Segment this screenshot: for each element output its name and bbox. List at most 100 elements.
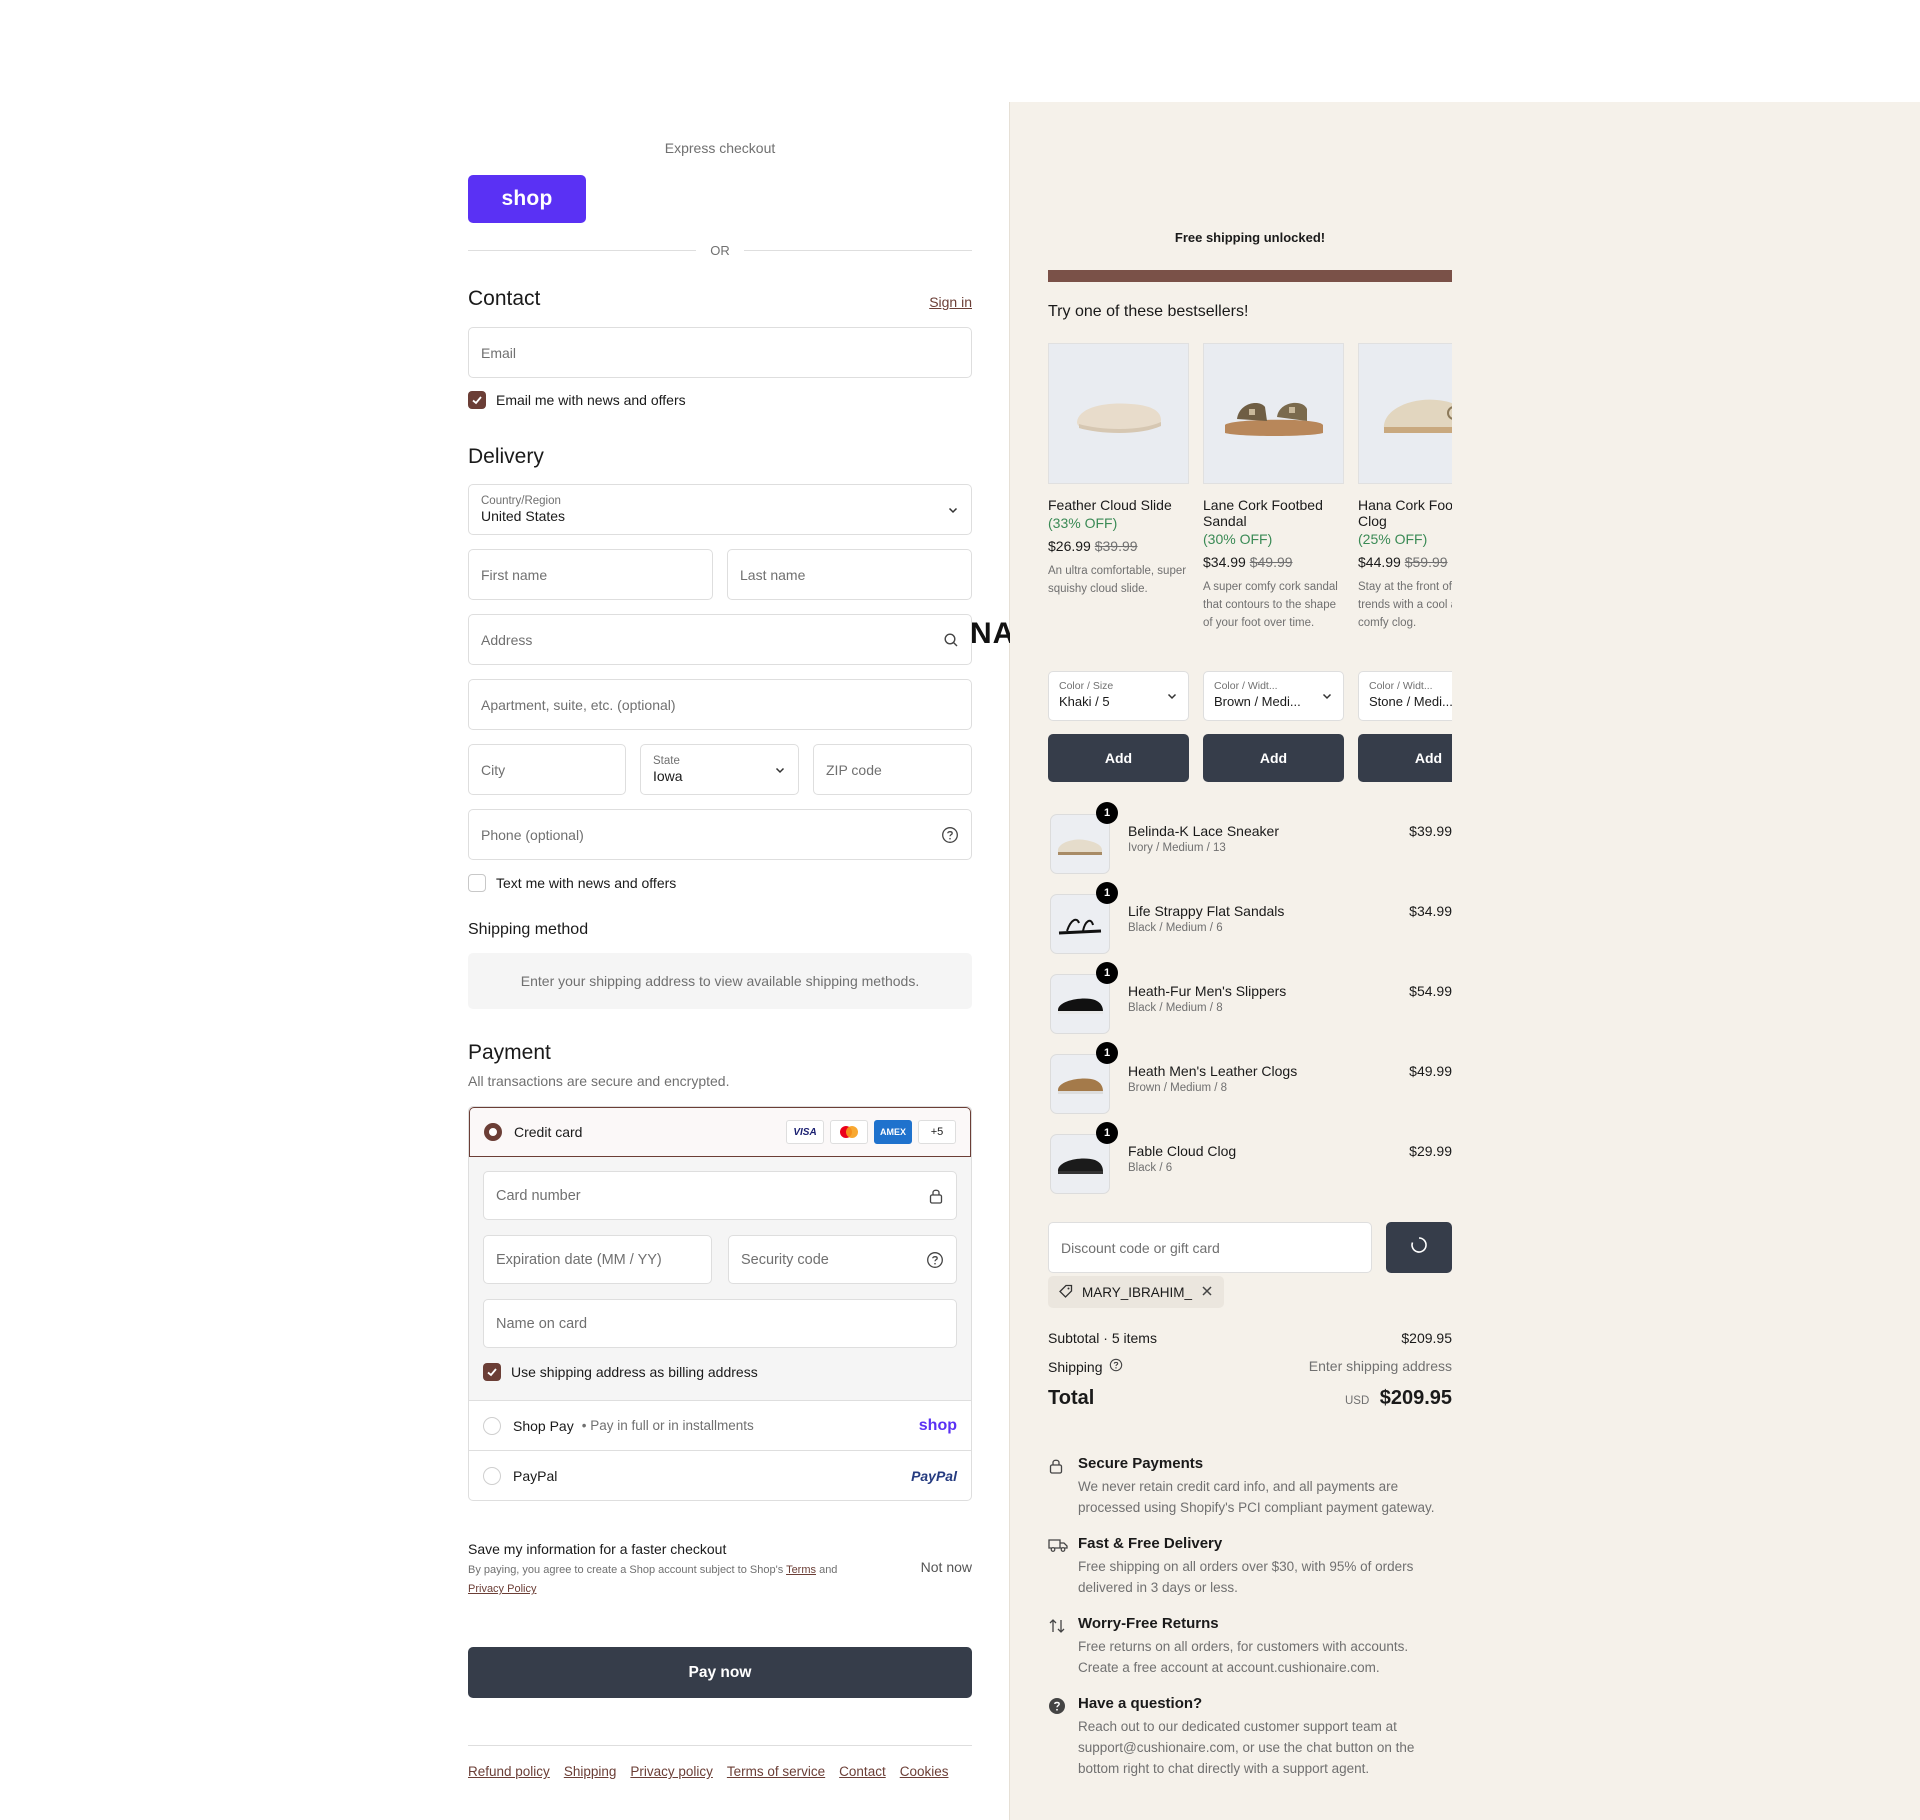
text-news-checkbox-row[interactable]: Text me with news and offers — [468, 874, 676, 892]
security-code-placeholder: Security code — [741, 1251, 829, 1268]
discount-code-field[interactable]: Discount code or gift card — [1048, 1222, 1372, 1273]
zip-field[interactable]: ZIP code — [813, 744, 972, 795]
zip-placeholder: ZIP code — [826, 761, 882, 778]
address-field[interactable]: Address — [468, 614, 972, 665]
shipping-value: Enter shipping address — [1308, 1358, 1452, 1374]
chevron-down-icon — [774, 764, 786, 776]
privacy-policy-link[interactable]: Privacy policy — [630, 1764, 713, 1779]
billing-same-checkbox-row[interactable]: Use shipping address as billing address — [483, 1363, 758, 1381]
shipping-link[interactable]: Shipping — [564, 1764, 617, 1779]
express-checkout-title: Express checkout — [664, 140, 776, 156]
variant-select[interactable]: Color / Widt... Brown / Medi... — [1203, 671, 1344, 721]
product-name[interactable]: Lane Cork Footbed Sandal — [1203, 497, 1344, 529]
free-shipping-progress — [1048, 270, 1452, 282]
help-icon[interactable] — [926, 1251, 944, 1269]
shop-pay-express-button[interactable]: shop — [468, 175, 586, 223]
applied-discount-tag: MARY_IBRAHIM_ — [1048, 1276, 1225, 1308]
email-field[interactable]: Email — [468, 327, 972, 378]
refund-policy-link[interactable]: Refund policy — [468, 1764, 550, 1779]
trust-title: Fast & Free Delivery — [1078, 1535, 1223, 1552]
terms-of-service-link[interactable]: Terms of service — [727, 1764, 825, 1779]
returns-icon — [1048, 1617, 1066, 1640]
quantity-badge: 1 — [1096, 1042, 1118, 1064]
city-field[interactable]: City — [468, 744, 626, 795]
terms-link[interactable]: Terms — [786, 1564, 816, 1576]
sign-in-link[interactable]: Sign in — [929, 294, 972, 310]
billing-same-checkbox[interactable] — [483, 1363, 501, 1381]
save-info-legal: By paying, you agree to create a Shop ac… — [468, 1564, 838, 1595]
shop-pay-logo: shop — [918, 1416, 957, 1434]
trust-title: Have a question? — [1078, 1695, 1203, 1712]
paypal-radio[interactable] — [483, 1466, 501, 1485]
contact-link[interactable]: Contact — [839, 1764, 886, 1779]
more-cards-badge: +5 — [918, 1120, 956, 1144]
expiration-field[interactable]: Expiration date (MM / YY) — [483, 1235, 712, 1284]
security-code-field[interactable]: Security code — [728, 1235, 957, 1284]
line-item-variant: Black / 6 — [1128, 1162, 1173, 1174]
address-placeholder: Address — [481, 631, 533, 648]
trust-description: We never retain credit card info, and al… — [1078, 1479, 1435, 1515]
product-name[interactable]: Hana Cork Footbed Clog — [1358, 497, 1452, 529]
tag-icon — [1058, 1283, 1074, 1302]
product-discount: (25% OFF) — [1358, 531, 1428, 547]
free-shipping-message: Free shipping unlocked! — [1174, 230, 1326, 245]
apply-discount-button[interactable] — [1386, 1222, 1452, 1273]
variant-select[interactable]: Color / Size Khaki / 5 — [1048, 671, 1189, 721]
name-on-card-field[interactable]: Name on card — [483, 1299, 957, 1348]
variant-select[interactable]: Color / Widt... Stone / Medi... — [1358, 671, 1452, 721]
shipping-row: Shipping Enter shipping address — [1048, 1358, 1452, 1375]
text-news-checkbox[interactable] — [468, 874, 486, 892]
sign-in-link-text[interactable]: Sign in — [929, 294, 972, 310]
credit-card-option[interactable]: Credit card VISA AMEX +5 — [469, 1107, 971, 1157]
remove-discount-icon[interactable] — [1200, 1284, 1214, 1301]
apartment-placeholder: Apartment, suite, etc. (optional) — [481, 696, 676, 713]
overflow-text-fragment: NA — [970, 617, 1010, 650]
shop-pay-option[interactable]: Shop Pay • Pay in full or in installment… — [469, 1400, 971, 1450]
lock-icon — [1048, 1457, 1064, 1480]
billing-same-label: Use shipping address as billing address — [511, 1364, 758, 1380]
privacy-link[interactable]: Privacy Policy — [468, 1583, 536, 1595]
line-item-price: $54.99 — [1409, 983, 1452, 999]
state-select[interactable]: State Iowa — [640, 744, 799, 795]
credit-card-radio[interactable] — [484, 1123, 502, 1141]
product-image[interactable] — [1203, 343, 1344, 484]
help-icon[interactable] — [941, 826, 959, 844]
product-image[interactable] — [1048, 343, 1189, 484]
help-icon[interactable] — [1109, 1358, 1123, 1375]
or-divider: OR — [468, 243, 972, 258]
line-item: 1 Belinda-K Lace Sneaker Ivory / Medium … — [1048, 802, 1452, 874]
add-button[interactable]: Add — [1048, 734, 1189, 782]
line-item: 1 Fable Cloud Clog Black / 6 $29.99 — [1048, 1122, 1452, 1194]
search-icon — [943, 632, 959, 648]
line-item: 1 Life Strappy Flat Sandals Black / Medi… — [1048, 882, 1452, 954]
email-news-checkbox[interactable] — [468, 391, 486, 409]
quantity-badge: 1 — [1096, 882, 1118, 904]
total-label: Total — [1048, 1387, 1095, 1409]
delivery-title: Delivery — [468, 445, 544, 468]
last-name-field[interactable]: Last name — [727, 549, 972, 600]
shipping-label: Shipping — [1048, 1358, 1103, 1375]
product-description: A super comfy cork sandal that contours … — [1203, 581, 1338, 629]
line-item-name: Heath-Fur Men's Slippers — [1128, 983, 1287, 999]
product-name[interactable]: Feather Cloud Slide — [1048, 497, 1189, 513]
total-row: Total USD $209.95 — [1048, 1387, 1452, 1410]
not-now-button[interactable]: Not now — [921, 1559, 972, 1575]
phone-field[interactable]: Phone (optional) — [468, 809, 972, 860]
shop-pay-radio[interactable] — [483, 1416, 501, 1435]
first-name-placeholder: First name — [481, 566, 548, 583]
line-item-image — [1050, 894, 1110, 954]
add-button[interactable]: Add — [1358, 734, 1452, 782]
line-item: 1 Heath-Fur Men's Slippers Black / Mediu… — [1048, 962, 1452, 1034]
cookies-link[interactable]: Cookies — [900, 1764, 949, 1779]
country-select[interactable]: Country/Region United States — [468, 484, 972, 535]
product-image[interactable] — [1358, 343, 1452, 484]
shipping-method-info: Enter your shipping address to view avai… — [468, 953, 972, 1009]
paypal-option[interactable]: PayPal PayPal — [469, 1450, 971, 1500]
card-number-field[interactable]: Card number — [483, 1171, 957, 1220]
apartment-field[interactable]: Apartment, suite, etc. (optional) — [468, 679, 972, 730]
add-button[interactable]: Add — [1203, 734, 1344, 782]
email-news-checkbox-row[interactable]: Email me with news and offers — [468, 391, 686, 409]
trust-block: Fast & Free Delivery Free shipping on al… — [1048, 1535, 1452, 1598]
first-name-field[interactable]: First name — [468, 549, 713, 600]
pay-now-button[interactable]: Pay now — [468, 1647, 972, 1698]
